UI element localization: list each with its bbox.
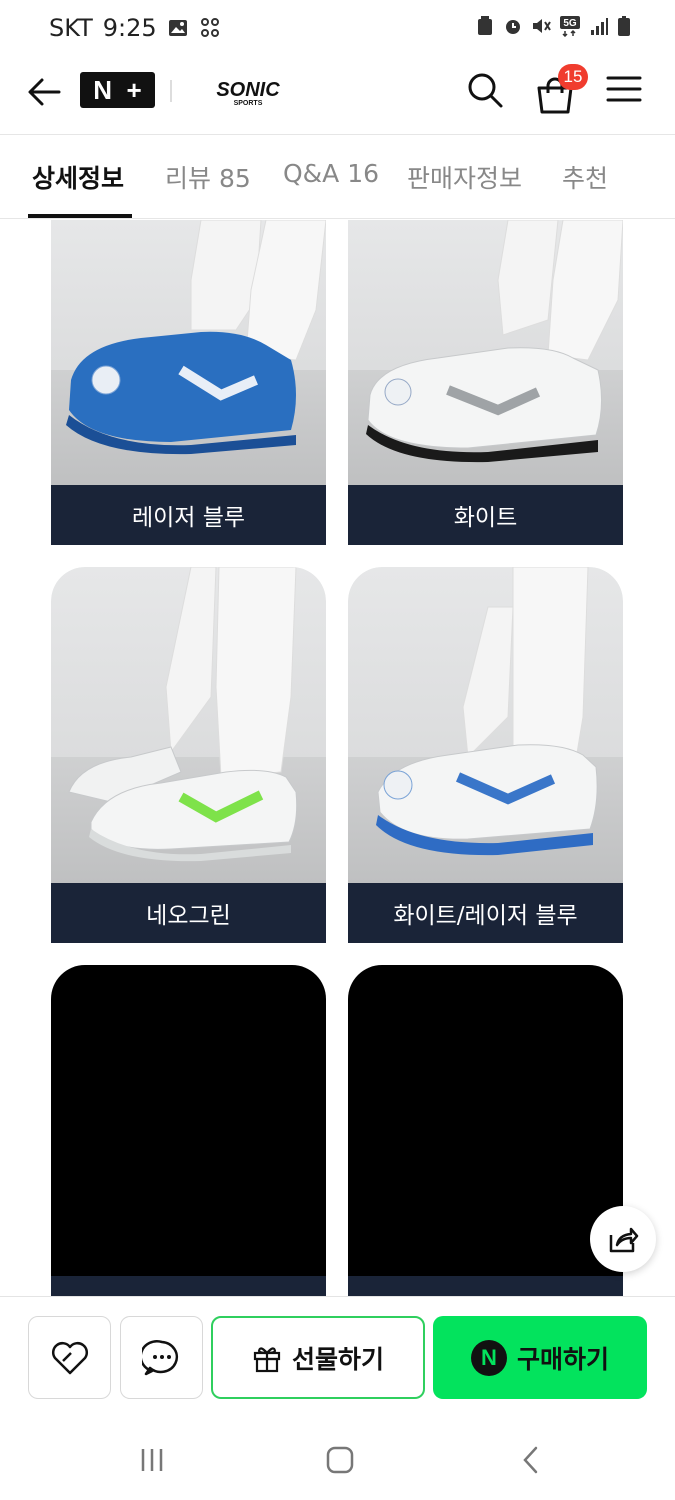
gallery-icon: [168, 20, 187, 36]
shortcut-icon: [200, 18, 219, 37]
gift-icon: [253, 1346, 281, 1372]
product-card-laser-blue[interactable]: 레이저 블루: [51, 220, 326, 545]
svg-text:5G: 5G: [563, 18, 577, 29]
status-left: SKT 9:25: [49, 14, 221, 42]
arrow-left-icon: [28, 78, 61, 106]
wishlist-button[interactable]: [28, 1316, 111, 1399]
chat-icon: [141, 1339, 178, 1375]
product-card-loading[interactable]: [51, 965, 326, 1296]
product-card-white[interactable]: 화이트: [348, 220, 623, 545]
product-label-strip: [348, 1276, 623, 1296]
hamburger-menu-icon: [606, 76, 642, 102]
product-card-loading[interactable]: [348, 965, 623, 1296]
product-label: 네오그린: [51, 883, 326, 943]
recycle-icon: [478, 16, 492, 35]
detail-tabs: 상세정보 리뷰 85 Q&A 16 판매자정보 추천: [0, 135, 675, 219]
product-color-grid: 레이저 블루 화이트 네오그린 화이트/레이저 블루: [0, 220, 675, 1296]
header-divider: [170, 80, 172, 102]
svg-text:SONIC: SONIC: [216, 79, 280, 101]
product-label: 레이저 블루: [51, 485, 326, 545]
recent-apps-button[interactable]: [132, 1442, 172, 1478]
active-tab-indicator: [28, 214, 132, 218]
nplus-logo-n: N: [93, 74, 113, 105]
search-button[interactable]: [465, 70, 505, 110]
5g-icon: 5G: [560, 16, 580, 37]
brand-logo[interactable]: SONIC SPORTS: [212, 72, 284, 108]
battery-icon: [618, 16, 630, 36]
heart-icon: [51, 1341, 88, 1374]
product-card-neo-green[interactable]: 네오그린: [51, 567, 326, 943]
product-label: 화이트/레이저 블루: [348, 883, 623, 943]
app-header: N + SONIC SPORTS 15: [0, 58, 675, 134]
chat-button[interactable]: [120, 1316, 203, 1399]
signal-icon: [591, 18, 608, 35]
search-icon: [468, 73, 503, 108]
gift-button-label: 선물하기: [291, 1344, 384, 1374]
back-nav-icon: [523, 1446, 538, 1474]
menu-button[interactable]: [606, 74, 646, 106]
svg-text:SPORTS: SPORTS: [234, 100, 263, 107]
tab-detail-info[interactable]: 상세정보: [32, 159, 124, 195]
product-label: 화이트: [348, 485, 623, 545]
shoe-image: [68, 567, 298, 862]
shoe-image: [376, 567, 598, 856]
share-button[interactable]: [590, 1206, 656, 1272]
carrier-label: SKT: [49, 14, 93, 42]
bottom-action-bar: 선물하기 N 구매하기: [0, 1296, 675, 1420]
product-photo: [348, 220, 623, 485]
product-photo: [51, 567, 326, 883]
product-photo: [348, 567, 623, 883]
share-icon: [609, 1227, 639, 1253]
shoe-image: [366, 220, 623, 463]
recent-apps-icon: [141, 1449, 163, 1471]
system-navigation-bar: [0, 1420, 675, 1500]
tab-qna[interactable]: Q&A 16: [283, 159, 379, 188]
buy-button-label: 구매하기: [516, 1344, 609, 1374]
home-icon: [326, 1446, 354, 1474]
nplus-logo[interactable]: N +: [80, 72, 155, 108]
home-button[interactable]: [320, 1442, 360, 1478]
back-button[interactable]: [24, 72, 64, 112]
tab-reviews[interactable]: 리뷰 85: [165, 159, 251, 195]
gift-button[interactable]: 선물하기: [211, 1316, 425, 1399]
buy-button[interactable]: N 구매하기: [433, 1316, 647, 1399]
product-card-white-laser-blue[interactable]: 화이트/레이저 블루: [348, 567, 623, 943]
status-bar: SKT 9:25 5G: [0, 0, 675, 58]
back-nav-button[interactable]: [511, 1442, 551, 1478]
status-right: 5G: [475, 15, 631, 37]
nplus-logo-plus: +: [126, 74, 142, 105]
mute-icon: [533, 19, 551, 33]
alarm-icon: [506, 20, 520, 34]
naver-pay-n-icon: N: [470, 1339, 507, 1376]
product-label-strip: [51, 1276, 326, 1296]
cart-count-badge: 15: [558, 64, 588, 90]
product-photo: [51, 220, 326, 485]
shoe-image: [66, 220, 326, 455]
tab-recommend[interactable]: 추천: [562, 159, 608, 195]
tab-seller-info[interactable]: 판매자정보: [407, 159, 522, 195]
clock: 9:25: [102, 14, 157, 42]
